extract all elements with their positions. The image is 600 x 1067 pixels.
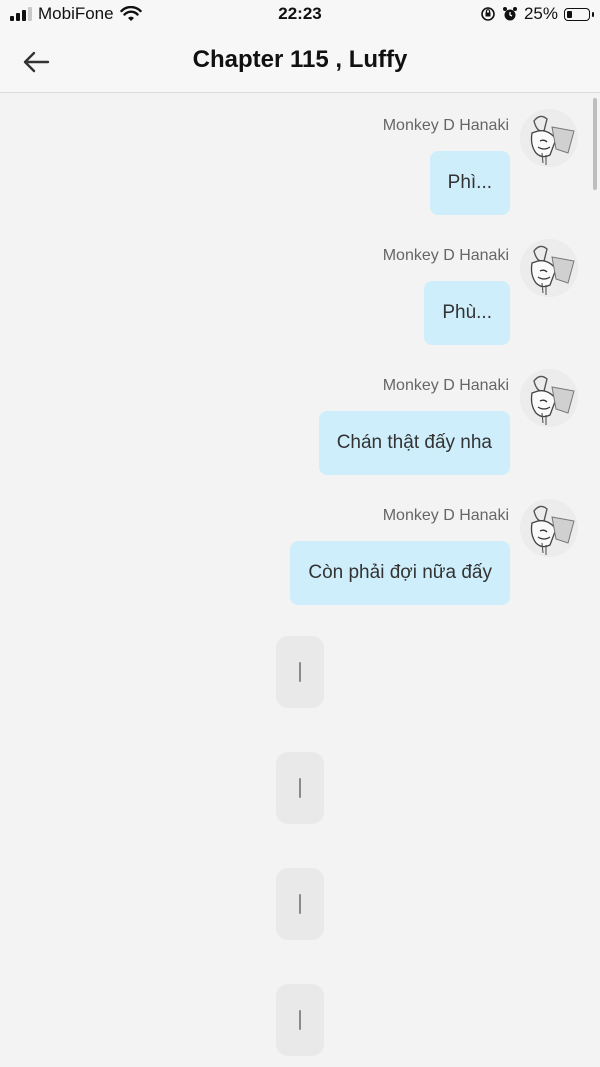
avatar[interactable] (520, 369, 578, 427)
cursor-bar (299, 894, 301, 914)
status-right: 25% (480, 4, 594, 24)
page-title: Chapter 115 , Luffy (192, 46, 408, 73)
typing-placeholder (276, 752, 324, 824)
avatar-image (520, 109, 578, 167)
battery-level (567, 10, 572, 18)
typing-placeholder (276, 636, 324, 708)
avatar-image (520, 239, 578, 297)
message-item: Monkey D Hanaki Phù... (0, 223, 600, 353)
message-item: Monkey D Hanaki Chán thật đấy nha (0, 353, 600, 483)
cursor-bar (299, 662, 301, 682)
status-bar: MobiFone 22:23 25% (0, 0, 600, 30)
scrollbar[interactable] (593, 98, 597, 190)
alarm-icon (502, 7, 517, 21)
sender-name: Monkey D Hanaki (382, 247, 509, 264)
battery-icon (564, 7, 594, 21)
message-bubble[interactable]: Còn phải đợi nữa đấy (290, 541, 510, 605)
battery-percent: 25% (523, 4, 558, 23)
avatar-image (520, 369, 578, 427)
chat-area[interactable]: Monkey D Hanaki Phì... Monkey D Hanaki P… (0, 93, 600, 1067)
rotation-lock-icon (481, 7, 495, 21)
sender-name: Monkey D Hanaki (382, 117, 509, 134)
typing-placeholder (276, 984, 324, 1056)
cursor-bar (299, 778, 301, 798)
message-item: Monkey D Hanaki Còn phải đợi nữa đấy (0, 483, 600, 613)
message-bubble[interactable]: Phù... (424, 281, 510, 345)
avatar[interactable] (520, 239, 578, 297)
sender-name: Monkey D Hanaki (382, 507, 509, 524)
message-bubble[interactable]: Phì... (429, 151, 510, 215)
avatar[interactable] (520, 109, 578, 167)
avatar-image (520, 499, 578, 557)
message-bubble[interactable]: Chán thật đấy nha (318, 411, 510, 475)
message-item: Monkey D Hanaki Phì... (0, 93, 600, 223)
typing-placeholder (276, 868, 324, 940)
avatar[interactable] (520, 499, 578, 557)
sender-name: Monkey D Hanaki (382, 377, 509, 394)
cursor-bar (299, 1010, 301, 1030)
chat-header: Chapter 115 , Luffy (0, 30, 600, 93)
